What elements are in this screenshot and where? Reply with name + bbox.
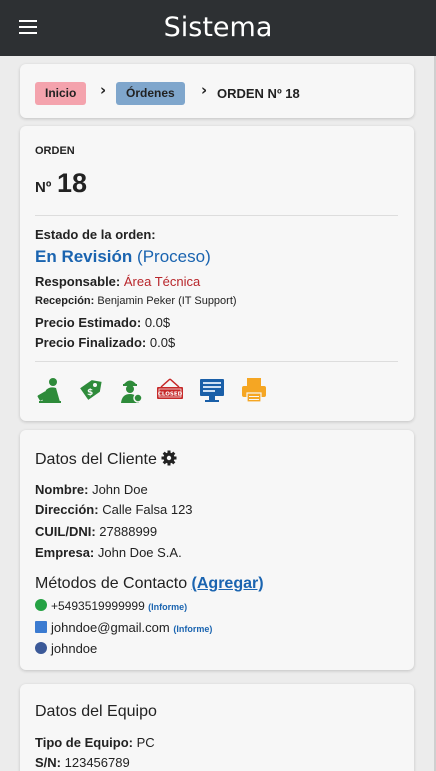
- estimated-price-row: Precio Estimado: 0.0$: [35, 315, 171, 330]
- client-title-text: Datos del Cliente: [35, 451, 157, 468]
- order-label: ORDEN: [35, 145, 75, 157]
- chevron-right-icon: ›: [100, 81, 107, 99]
- order-number-value: 18: [56, 168, 87, 198]
- technician-icon[interactable]: [36, 376, 64, 404]
- client-address-row: Dirección: Calle Falsa 123: [35, 502, 193, 517]
- equipment-type-row: Tipo de Equipo: PC: [35, 735, 155, 750]
- client-id-row: CUIL/DNI: 27888999: [35, 524, 158, 539]
- order-card: ORDEN Nº 18 Estado de la orden: En Revis…: [20, 126, 414, 421]
- add-contact-link[interactable]: (Agregar): [192, 575, 264, 592]
- order-number-prefix: Nº: [35, 179, 52, 196]
- reception-value: Benjamin Peker (IT Support): [97, 295, 237, 307]
- divider: [35, 361, 398, 362]
- contacts-title: Métodos de Contacto (Agregar): [35, 575, 264, 592]
- equipment-serial-row: S/N: 123456789: [35, 755, 130, 770]
- price-tag-icon[interactable]: $: [76, 376, 104, 404]
- order-number: Nº 18: [35, 168, 87, 199]
- breadcrumb-home[interactable]: Inicio: [35, 82, 87, 105]
- report-link[interactable]: (Informe): [148, 602, 187, 612]
- divider: [35, 215, 398, 216]
- responsible-row: Responsable: Área Técnica: [35, 274, 201, 289]
- svg-text:$: $: [87, 388, 93, 398]
- status-text: En Revisión: [35, 247, 133, 266]
- top-bar: Sistema: [0, 0, 436, 56]
- gear-icon[interactable]: [161, 450, 177, 466]
- breadcrumb-orders[interactable]: Órdenes: [116, 82, 185, 105]
- app-title: Sistema: [163, 12, 273, 43]
- invoice-monitor-icon[interactable]: [198, 376, 226, 404]
- contact-row: +5493519999999 (Informe): [35, 599, 187, 613]
- equipment-title: Datos del Equipo: [35, 703, 157, 720]
- printer-icon[interactable]: [240, 376, 268, 404]
- status-detail: (Proceso): [137, 247, 211, 266]
- estimated-price-value: 0.0$: [144, 315, 171, 330]
- status-label: Estado de la orden:: [35, 227, 156, 242]
- closed-sign-icon[interactable]: CLOSED: [156, 376, 184, 404]
- chevron-right-icon: ›: [201, 81, 208, 99]
- client-title: Datos del Cliente: [35, 450, 177, 469]
- contact-row: johndoe: [35, 641, 97, 656]
- final-price-row: Precio Finalizado: 0.0$: [35, 335, 176, 350]
- breadcrumb-current: ORDEN Nº 18: [217, 86, 300, 101]
- final-price-value: 0.0$: [149, 335, 176, 350]
- reception-row: Recepción: Benjamin Peker (IT Support): [35, 295, 237, 307]
- responsible-value: Área Técnica: [123, 274, 201, 289]
- client-name-row: Nombre: John Doe: [35, 482, 148, 497]
- contact-row: johndoe@gmail.com (Informe): [35, 620, 212, 635]
- client-company-row: Empresa: John Doe S.A.: [35, 545, 182, 560]
- status-value: En Revisión (Proceso): [35, 247, 211, 267]
- facebook-icon: [35, 642, 47, 654]
- closed-sign-text: CLOSED: [158, 392, 183, 398]
- email-icon: [35, 621, 47, 633]
- breadcrumb: Inicio › Órdenes › ORDEN Nº 18: [20, 64, 414, 118]
- worker-icon[interactable]: [116, 376, 144, 404]
- whatsapp-icon: [35, 599, 47, 611]
- equipment-card: Datos del Equipo Tipo de Equipo: PC S/N:…: [20, 684, 414, 771]
- report-link[interactable]: (Informe): [173, 624, 212, 634]
- client-card: Datos del Cliente Nombre: John Doe Direc…: [20, 430, 414, 670]
